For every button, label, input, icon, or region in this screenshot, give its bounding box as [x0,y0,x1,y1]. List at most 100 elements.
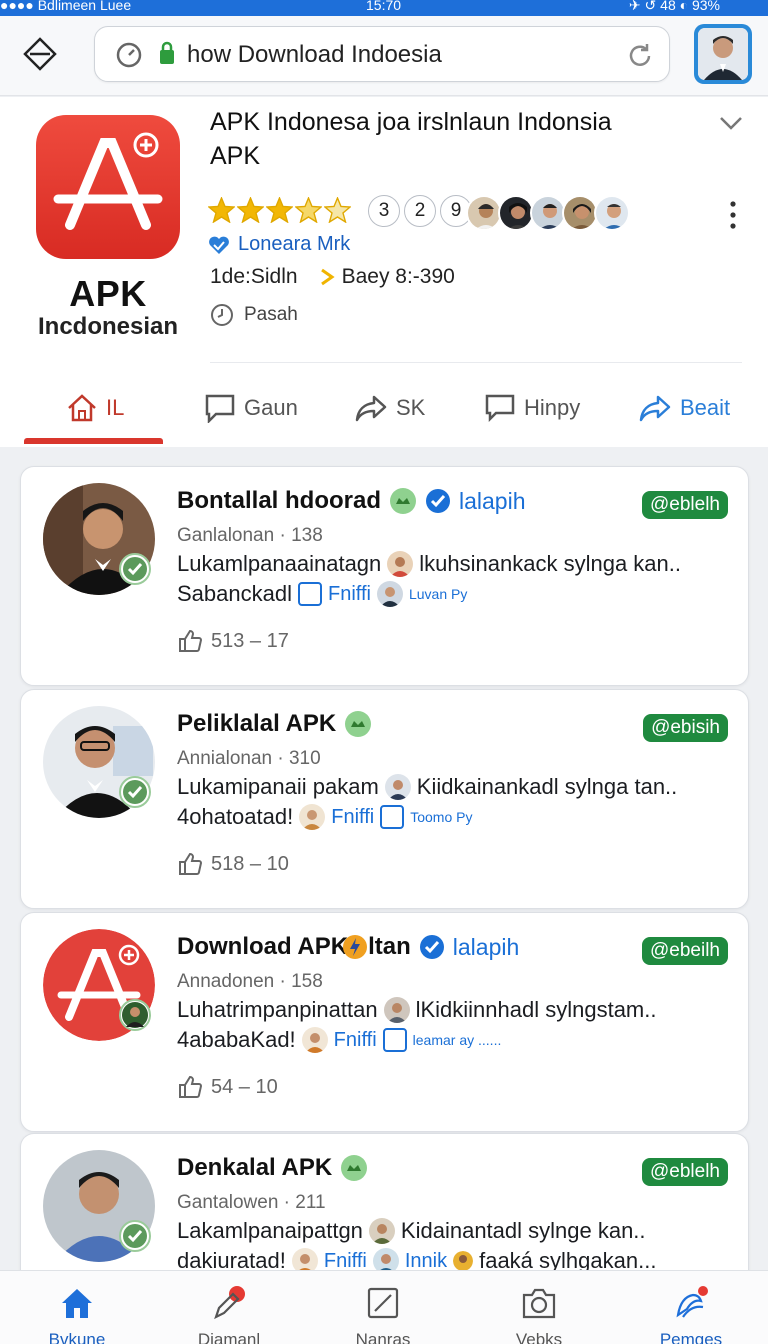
avatar [384,774,411,800]
card-description-2: Sabanckadl Fniffi Luvan Py [177,581,467,607]
bottom-navigation: Bvkune Diamanl Nanras Vebks Pemges [0,1270,768,1344]
card-handle[interactable]: lalapih [459,488,526,515]
site-info-icon[interactable] [115,41,143,69]
status-badge[interactable]: @ebeilh [642,937,728,965]
status-badge[interactable]: @eblelh [642,491,728,519]
card-link[interactable]: Fniffi [328,583,371,606]
card-subtitle: Ganlalonan · 138 [177,525,323,546]
edit-icon [367,1287,399,1319]
card-title: Bontallal hdoorad lalapih [177,487,526,515]
verified-check-icon [119,1220,151,1252]
tab-label: Beait [680,395,731,420]
likes-row[interactable]: 513 – 17 [177,629,289,653]
nav-vebks[interactable]: Vebks [484,1285,594,1344]
status-badge[interactable]: @ebisih [643,714,728,742]
card-subtitle: Gantalowen · 211 [177,1192,326,1213]
likes-count: 54 – 10 [211,1075,278,1098]
feed-card[interactable]: Bontallal hdoorad lalapih @eblelh Ganlal… [20,466,749,686]
comment-icon [485,394,515,423]
star-icon [237,197,264,223]
desc-part: Lukamlpanaainatagn [177,551,382,576]
card-name: Peliklalal APK [177,710,337,737]
nav-label: Bvkune [48,1330,106,1344]
tab-sk[interactable]: SK [354,385,425,431]
nav-label: Pemges [659,1330,723,1344]
feed-card[interactable]: Download APK ltan lalapih @ebeilh Annado… [20,912,749,1132]
nav-nanras[interactable]: Nanras [328,1285,438,1344]
desc-part: Sabanckadl [177,581,292,606]
browser-toolbar: how Download Indoesia [0,16,768,96]
avatar-group[interactable] [466,195,630,231]
card-link[interactable]: Fniffi [331,806,374,829]
card-handle[interactable]: lalapih [453,934,520,961]
avatar [376,581,403,607]
pen-icon [214,1286,245,1320]
crown-badge-icon [390,488,416,514]
status-battery: ✈ ↺ 48 ◐ 93% [628,0,720,13]
app-tabs: IL Gaun SK Hinpy Beait [0,377,768,447]
chevron-down-icon[interactable] [718,115,744,131]
desc-part: Lukamipanaii pakam [177,774,379,799]
card-name-2: ltan [368,933,411,960]
tab-label: SK [396,395,426,420]
update-text: Pasah [244,304,298,325]
lock-icon [160,41,174,64]
app-title: APK Indonesa joa irslnlaun Indonsia APK [210,108,612,170]
profile-button[interactable] [694,24,752,84]
chart-icon [297,582,322,606]
status-bar: ●●●● Bdlimeen Luee 15:70 ✈ ↺ 48 ◐ 93% [0,0,768,16]
card-description: Luhatrimpanpinattan lKidkiinnhadl sylngs… [177,997,657,1023]
card-small-link[interactable]: Luvan Py [409,586,467,602]
tab-label: Hinpy [524,395,581,420]
url-text[interactable]: how Download Indoesia [187,41,442,69]
reload-icon[interactable] [625,41,655,71]
tab-beait[interactable]: Beait [638,385,730,431]
back-diamond-icon[interactable] [22,36,58,72]
app-meta: 1de:Sidln Baey 8:-390 [210,265,455,289]
send-icon [639,395,671,422]
logo-subtitle: Incdonesian [37,313,179,340]
avatar [562,195,598,231]
desc-part: lKidkiinnhadl sylngstam.. [415,997,657,1022]
card-small-link[interactable]: leamar ay ...... [413,1032,502,1048]
home-icon [62,1289,92,1318]
card-name: Download APK [177,933,349,960]
likes-count: 513 – 17 [211,629,289,652]
card-small-link[interactable]: Toomo Py [410,809,472,825]
star-icon [324,197,351,223]
pill-1[interactable]: 3 [368,195,400,227]
avatar [594,195,630,231]
desc-part: Kiidkainankadl sylnga tan.. [416,774,678,799]
developer-link[interactable]: Loneara Mrk [208,233,350,256]
star-icon [266,197,293,223]
nav-diamanl[interactable]: Diamanl [174,1285,284,1344]
avatar [119,999,151,1031]
avatar [698,28,748,80]
nav-home[interactable]: Bvkune [22,1285,132,1344]
avatar [387,551,414,577]
nav-pemges[interactable]: Pemges [636,1285,746,1344]
pill-2[interactable]: 2 [404,195,436,227]
likes-row[interactable]: 54 – 10 [177,1075,278,1099]
clock-icon [211,304,233,326]
tab-label: IL [106,395,125,420]
address-bar[interactable]: how Download Indoesia [94,26,670,82]
tab-home[interactable]: IL [66,385,124,431]
chart-icon [380,805,405,829]
tab-hinpy[interactable]: Hinpy [484,385,580,431]
status-badge[interactable]: @eblelh [642,1158,728,1186]
verified-icon [419,935,444,959]
card-link[interactable]: Fniffi [334,1029,377,1052]
likes-row[interactable]: 518 – 10 [177,852,289,876]
more-options-icon[interactable] [730,201,736,229]
card-title: Denkalal APK [177,1154,368,1182]
nav-label: Nanras [355,1330,411,1344]
avatar [383,997,410,1023]
card-subtitle: Annialonan · 310 [177,748,321,769]
card-name: Bontallal hdoorad [177,487,381,514]
thumbs-up-icon [179,629,203,652]
card-subtitle: Annadonen · 158 [177,971,323,992]
feed-card[interactable]: Peliklalal APK @ebisih Annialonan · 310 … [20,689,749,909]
desc-part: lkuhsinankack sylnga kan.. [419,551,681,576]
tab-gaun[interactable]: Gaun [204,385,298,431]
